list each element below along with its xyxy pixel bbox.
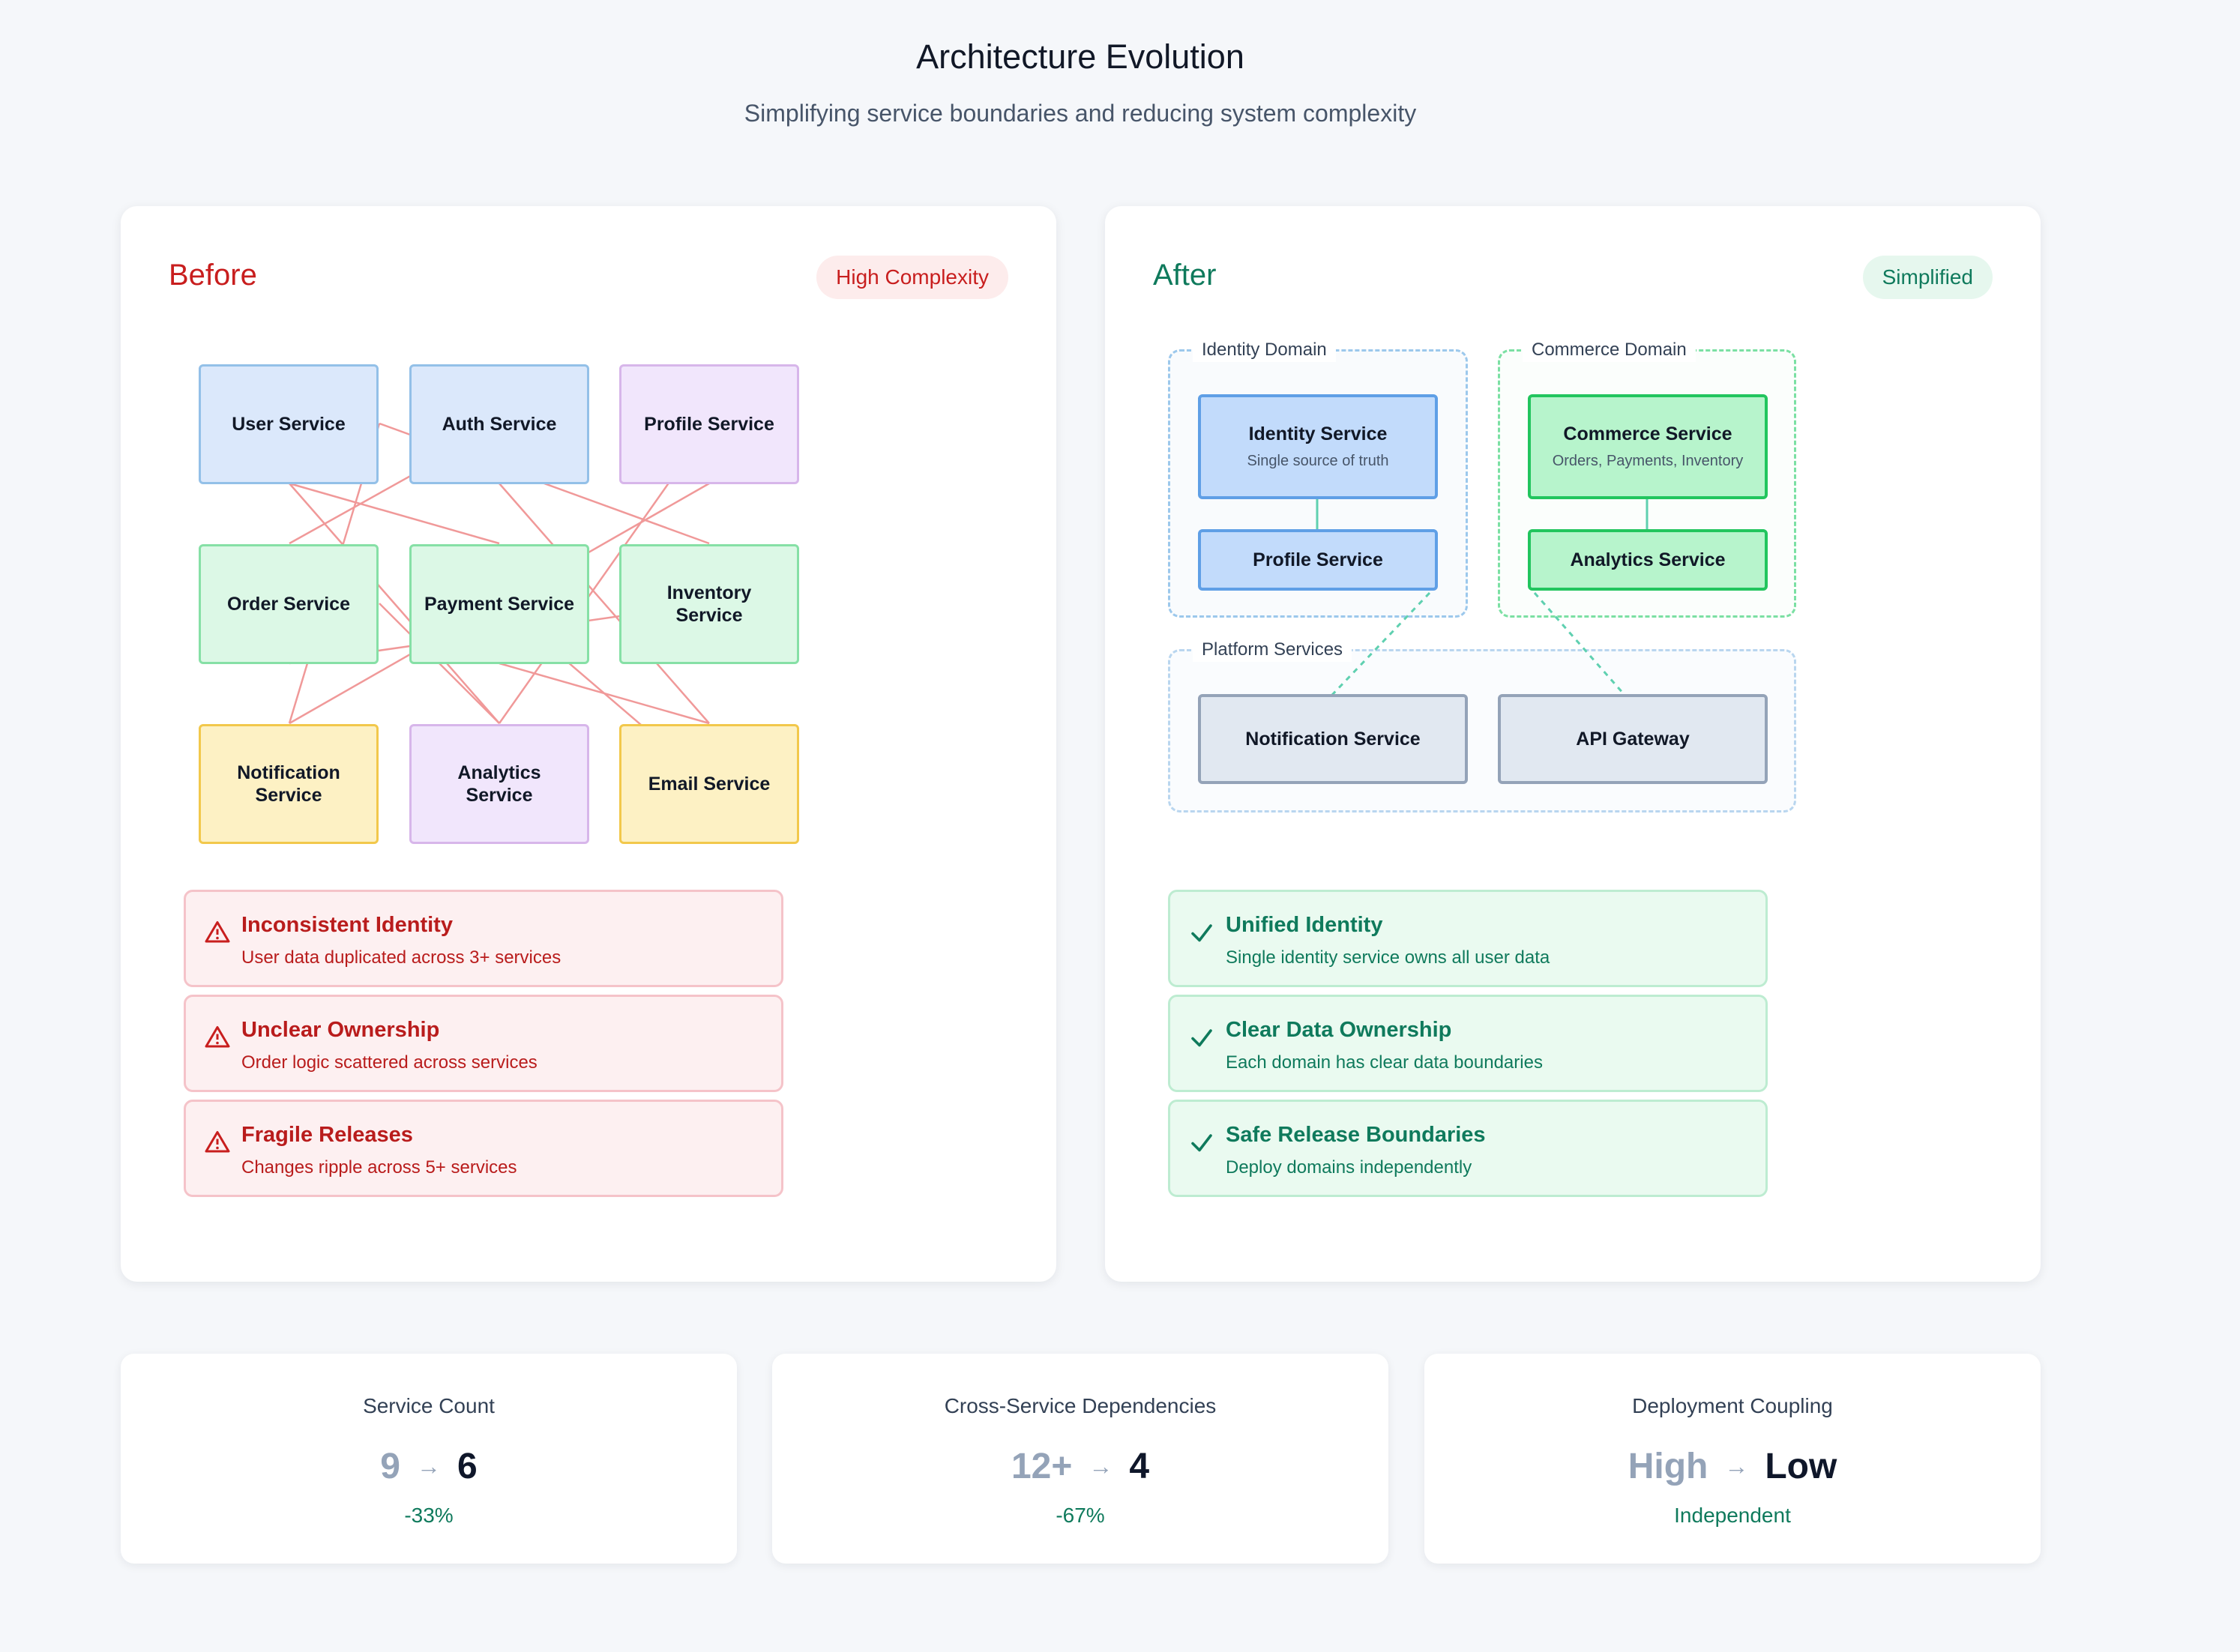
service-label: Profile Service: [644, 414, 774, 435]
before-diagram: User Service Auth Service Profile Servic…: [121, 206, 1056, 881]
issue-card: Unclear Ownership Order logic scattered …: [184, 995, 783, 1092]
metric-card-service-count: Service Count 9 → 6 -33%: [121, 1354, 737, 1564]
metric-change: -33%: [404, 1504, 454, 1527]
issue-title: Unclear Ownership: [241, 1018, 440, 1042]
issue-title: Fragile Releases: [241, 1123, 413, 1147]
service-node-payment: Payment Service: [409, 544, 589, 664]
benefit-description: Single identity service owns all user da…: [1226, 947, 1550, 968]
metric-old-value: 9: [380, 1446, 400, 1486]
metric-card-dependencies: Cross-Service Dependencies 12+ → 4 -67%: [772, 1354, 1388, 1564]
before-panel: Before High Complexity User Service Auth…: [121, 206, 1056, 1282]
service-label-line2: Service: [466, 785, 533, 806]
service-node-inventory: Inventory Service: [619, 544, 799, 664]
metric-values: 12+ → 4: [772, 1444, 1388, 1489]
benefit-card: Safe Release Boundaries Deploy domains i…: [1168, 1100, 1768, 1197]
check-icon: [1191, 1134, 1212, 1152]
metric-new-value: 4: [1129, 1446, 1150, 1486]
service-node-user: User Service: [199, 364, 379, 484]
metric-old-value: 12+: [1011, 1446, 1073, 1486]
metric-change: -67%: [1056, 1504, 1105, 1527]
metric-label: Cross-Service Dependencies: [944, 1394, 1217, 1417]
check-icon: [1191, 1029, 1212, 1047]
arrow-right-icon: →: [417, 1452, 441, 1480]
benefit-description: Deploy domains independently: [1226, 1157, 1472, 1178]
node-title: Profile Service: [1253, 549, 1383, 570]
node-title: API Gateway: [1576, 728, 1690, 750]
node-subtitle: Single source of truth: [1247, 453, 1389, 469]
warning-triangle-icon: [205, 1131, 230, 1153]
service-label: Analytics: [457, 762, 541, 783]
benefit-description: Each domain has clear data boundaries: [1226, 1052, 1543, 1073]
service-node-auth: Auth Service: [409, 364, 589, 484]
service-node-profile: Profile Service: [619, 364, 799, 484]
issue-card: Fragile Releases Changes ripple across 5…: [184, 1100, 783, 1197]
metric-label: Deployment Coupling: [1632, 1394, 1833, 1417]
warning-triangle-icon: [205, 921, 230, 943]
service-node-analytics: Analytics Service: [409, 724, 589, 844]
service-node-email: Email Service: [619, 724, 799, 844]
after-diagram: Identity Domain Commerce Domain Platform…: [1105, 206, 2041, 881]
metric-new-value: 6: [457, 1446, 478, 1486]
page-title: Architecture Evolution: [916, 37, 1244, 76]
metric-old-value: High: [1628, 1446, 1708, 1486]
api-gateway-node: API Gateway: [1498, 694, 1768, 784]
benefit-card: Clear Data Ownership Each domain has cle…: [1168, 995, 1768, 1092]
benefit-title: Clear Data Ownership: [1226, 1018, 1452, 1042]
arrow-right-icon: →: [1089, 1452, 1113, 1480]
identity-service-node: Identity Service Single source of truth: [1198, 394, 1438, 499]
issue-description: Changes ripple across 5+ services: [241, 1157, 517, 1178]
benefit-title: Safe Release Boundaries: [1226, 1123, 1486, 1147]
issue-description: User data duplicated across 3+ services: [241, 947, 561, 968]
service-node-order: Order Service: [199, 544, 379, 664]
metric-change: Independent: [1674, 1504, 1791, 1527]
service-label: Order Service: [227, 594, 350, 615]
issue-card: Inconsistent Identity User data duplicat…: [184, 890, 783, 987]
domain-label: Identity Domain: [1193, 338, 1336, 362]
page-subtitle: Simplifying service boundaries and reduc…: [744, 100, 1417, 127]
service-label: Inventory: [666, 582, 752, 603]
profile-service-node: Profile Service: [1198, 529, 1438, 591]
check-icon: [1191, 924, 1212, 942]
notification-service-node: Notification Service: [1198, 694, 1468, 784]
node-title: Commerce Service: [1563, 423, 1732, 444]
node-title: Notification Service: [1245, 728, 1421, 750]
domain-label: Platform Services: [1193, 638, 1352, 662]
node-title: Identity Service: [1248, 423, 1388, 444]
metric-values: 9 → 6: [121, 1444, 737, 1489]
node-title: Analytics Service: [1570, 549, 1726, 570]
service-label: Auth Service: [442, 414, 557, 435]
metric-new-value: Low: [1765, 1446, 1837, 1486]
after-panel: After Simplified Identity Domain Commerc…: [1105, 206, 2041, 1282]
benefit-card: Unified Identity Single identity service…: [1168, 890, 1768, 987]
service-label-line2: Service: [255, 785, 322, 806]
service-label-line2: Service: [675, 605, 743, 626]
issue-description: Order logic scattered across services: [241, 1052, 538, 1073]
metric-values: High → Low: [1424, 1444, 2041, 1489]
service-label: Payment Service: [424, 594, 575, 615]
warning-triangle-icon: [205, 1026, 230, 1048]
service-label: Notification: [237, 762, 340, 783]
service-node-notification: Notification Service: [199, 724, 379, 844]
node-subtitle: Orders, Payments, Inventory: [1552, 453, 1744, 469]
service-label: User Service: [232, 414, 346, 435]
metric-label: Service Count: [363, 1394, 495, 1417]
domain-label: Commerce Domain: [1523, 338, 1696, 362]
commerce-service-node: Commerce Service Orders, Payments, Inven…: [1528, 394, 1768, 499]
service-label: Email Service: [648, 774, 771, 795]
issue-title: Inconsistent Identity: [241, 913, 453, 937]
arrow-right-icon: →: [1724, 1452, 1749, 1480]
benefit-title: Unified Identity: [1226, 913, 1383, 937]
analytics-service-node: Analytics Service: [1528, 529, 1768, 591]
metric-card-deployment-coupling: Deployment Coupling High → Low Independe…: [1424, 1354, 2041, 1564]
